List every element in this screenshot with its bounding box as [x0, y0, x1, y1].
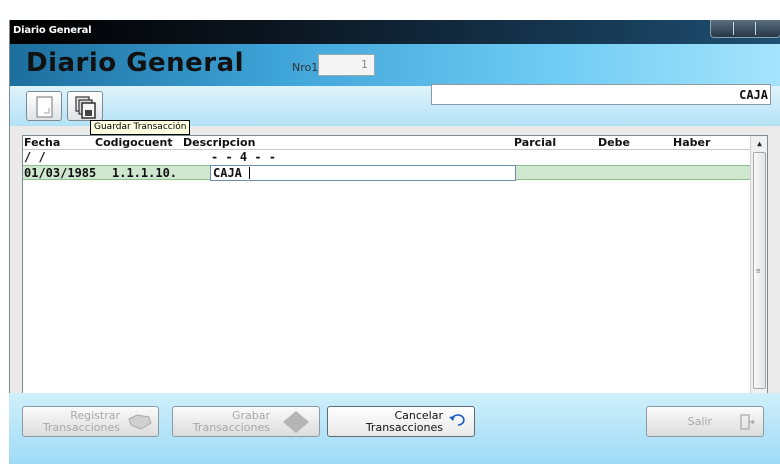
- col-codigocuenta[interactable]: Codigocuent: [95, 136, 173, 149]
- new-document-icon: [36, 96, 53, 118]
- col-parcial[interactable]: Parcial: [514, 136, 556, 149]
- col-debe[interactable]: Debe: [598, 136, 630, 149]
- save-transaction-button[interactable]: [67, 91, 103, 121]
- page-header: Diario General Nro1 1: [10, 44, 780, 86]
- undo-icon: [449, 414, 465, 426]
- vertical-scrollbar[interactable]: ▲ ≡ ▼: [750, 136, 767, 407]
- salir-button[interactable]: Salir: [646, 406, 764, 437]
- register-icon: [128, 414, 152, 430]
- window-title: Diario General: [13, 25, 92, 36]
- nro-field[interactable]: 1: [318, 54, 375, 76]
- grabar-label-line1: Grabar: [231, 409, 270, 422]
- salir-label: Salir: [687, 415, 712, 428]
- page-title: Diario General: [26, 48, 245, 78]
- col-haber[interactable]: Haber: [673, 136, 710, 149]
- cell-descripcion[interactable]: - - 4 - -: [211, 150, 276, 164]
- text-caret: [249, 167, 250, 179]
- grip-icon: ≡: [756, 267, 761, 275]
- registrar-label-line1: Registrar: [70, 409, 120, 422]
- grabar-label-line2: Transacciones: [192, 421, 270, 434]
- bottom-action-bar: Registrar Transacciones Grabar Transacci…: [9, 393, 780, 464]
- window-controls[interactable]: [710, 20, 780, 38]
- cancelar-transacciones-button[interactable]: Cancelar Transacciones: [327, 406, 475, 437]
- save-tooltip: Guardar Transacción: [90, 120, 191, 135]
- registrar-label-line2: Transacciones: [42, 421, 120, 434]
- account-display-field[interactable]: CAJA: [431, 84, 771, 105]
- col-descripcion[interactable]: Descripcion: [183, 136, 255, 149]
- save-transaction-icon: [75, 96, 96, 119]
- new-button[interactable]: [26, 91, 62, 121]
- exit-door-icon: [740, 414, 755, 430]
- col-fecha[interactable]: Fecha: [24, 136, 60, 149]
- table-row[interactable]: / / - - 4 - -: [23, 150, 751, 165]
- table-row-selected[interactable]: 01/03/1985 1.1.1.10. CAJA: [23, 165, 751, 181]
- record-icon: [283, 411, 309, 433]
- grabar-transacciones-button[interactable]: Grabar Transacciones: [172, 406, 320, 437]
- scroll-thumb[interactable]: ≡: [753, 152, 766, 389]
- scroll-up-icon[interactable]: ▲: [751, 136, 768, 152]
- grid-header: Fecha Codigocuent Descripcion Parcial De…: [23, 136, 751, 150]
- description-edit-field[interactable]: CAJA: [210, 165, 516, 181]
- cell-codigo[interactable]: 1.1.1.10.: [112, 166, 177, 180]
- nro-label: Nro1: [292, 61, 319, 74]
- transactions-grid: Fecha Codigocuent Descripcion Parcial De…: [22, 135, 768, 408]
- registrar-transacciones-button[interactable]: Registrar Transacciones: [22, 406, 159, 437]
- cell-fecha[interactable]: / /: [24, 150, 46, 164]
- title-bar: Diario General: [10, 20, 780, 44]
- cancelar-label-line1: Cancelar: [394, 409, 443, 422]
- cell-fecha[interactable]: 01/03/1985: [24, 166, 96, 180]
- cancelar-label-line2: Transacciones: [365, 421, 443, 434]
